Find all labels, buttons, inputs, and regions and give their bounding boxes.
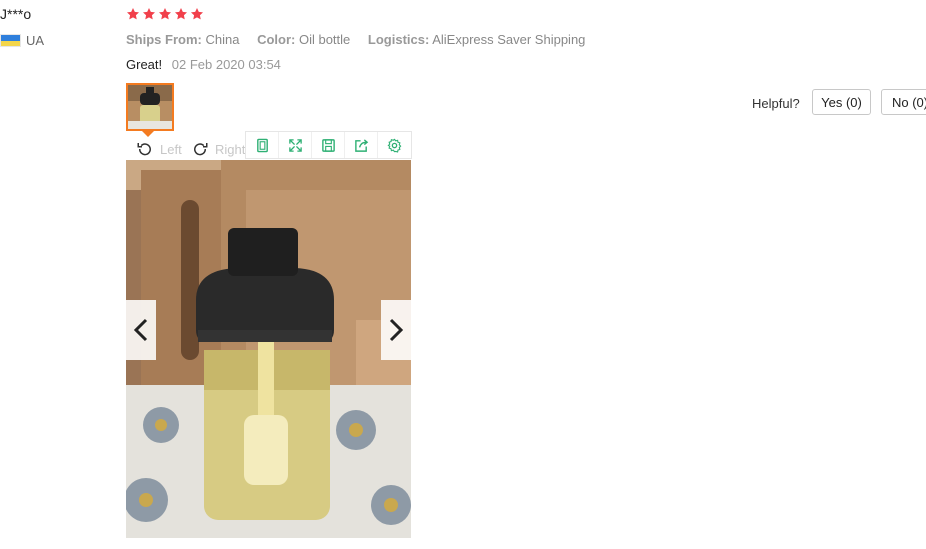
order-meta: Ships From: China Color: Oil bottle Logi… xyxy=(126,32,585,47)
previous-image-button[interactable] xyxy=(126,300,156,360)
fullscreen-button[interactable] xyxy=(279,132,312,158)
star-icon xyxy=(158,7,172,21)
ships-from-value: China xyxy=(205,32,240,47)
fit-screen-icon xyxy=(256,138,268,152)
chevron-right-icon xyxy=(389,318,404,342)
color-value: Oil bottle xyxy=(298,32,351,47)
save-image-button[interactable] xyxy=(312,132,345,158)
star-rating xyxy=(126,7,204,21)
next-image-button[interactable] xyxy=(381,300,411,360)
review-text: Great! xyxy=(126,57,163,72)
rotate-right-icon xyxy=(191,140,209,158)
review-photo-large xyxy=(126,160,411,538)
helpful-yes-button[interactable]: Yes (0) xyxy=(812,89,871,115)
review-line: Great! 02 Feb 2020 03:54 xyxy=(126,57,281,72)
star-icon xyxy=(190,7,204,21)
rotate-left-icon xyxy=(136,140,154,158)
save-icon xyxy=(321,138,335,152)
logistics-value: AliExpress Saver Shipping xyxy=(432,32,586,47)
helpful-label: Helpful? xyxy=(752,96,800,111)
review-date: 02 Feb 2020 03:54 xyxy=(171,57,281,72)
ships-from-label: Ships From: xyxy=(126,32,202,47)
share-image-button[interactable] xyxy=(345,132,378,158)
rotate-left-label: Left xyxy=(160,141,182,157)
ukraine-flag-icon xyxy=(0,34,21,47)
settings-icon xyxy=(387,138,402,153)
rotate-right-label: Right xyxy=(215,141,246,157)
reviewer-country: UA xyxy=(26,33,45,48)
rotate-right-button[interactable]: Right xyxy=(191,140,245,158)
star-icon xyxy=(142,7,156,21)
review-photo-thumbnail[interactable] xyxy=(126,83,174,131)
rotate-left-button[interactable]: Left xyxy=(136,140,182,158)
viewer-settings-button[interactable] xyxy=(378,132,411,158)
logistics-label: Logistics: xyxy=(367,32,430,47)
thumbnail-caret-icon xyxy=(142,131,154,137)
star-icon xyxy=(126,7,140,21)
reviewer-name: J***o xyxy=(0,6,32,22)
fullscreen-icon xyxy=(288,138,302,152)
chevron-left-icon xyxy=(133,318,148,342)
image-viewer-toolbar xyxy=(245,131,412,159)
share-icon xyxy=(354,138,368,152)
color-label: Color: xyxy=(257,32,296,47)
fit-screen-button[interactable] xyxy=(246,132,279,158)
helpful-no-button[interactable]: No (0) xyxy=(881,89,926,115)
star-icon xyxy=(174,7,188,21)
